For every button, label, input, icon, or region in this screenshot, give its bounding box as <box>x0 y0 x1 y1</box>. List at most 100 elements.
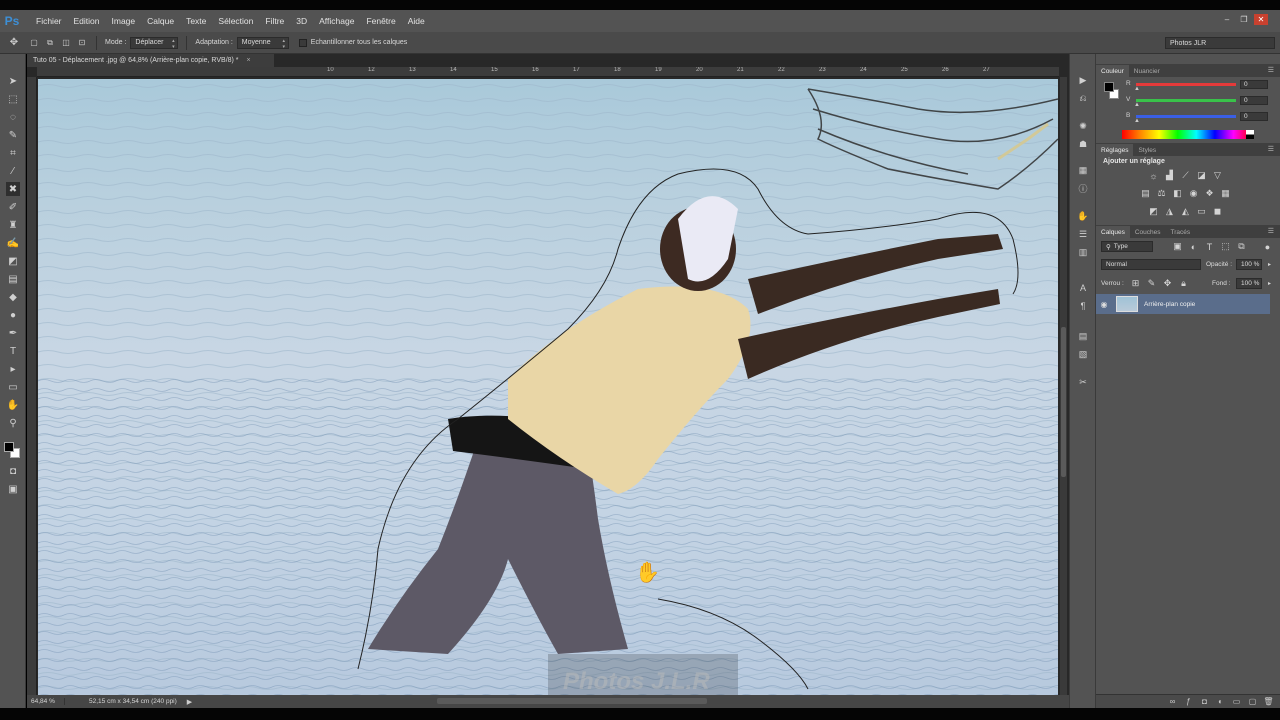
layer-row[interactable]: ◉ Arrière-plan copie <box>1096 294 1270 314</box>
menu-item[interactable]: 3D <box>290 16 313 26</box>
status-menu-arrow-icon[interactable]: ▶ <box>187 698 192 706</box>
posterize-icon[interactable]: ◮ <box>1164 206 1175 217</box>
vertical-scrollbar[interactable] <box>1060 77 1067 695</box>
content-aware-move-tool-icon[interactable]: ✖ <box>6 182 20 196</box>
fill-dropdown-icon[interactable]: ▸ <box>1264 278 1275 289</box>
menu-item[interactable]: Sélection <box>212 16 259 26</box>
dodge-tool-icon[interactable]: ● <box>6 308 20 322</box>
filter-adjustment-icon[interactable]: ◐ <box>1188 241 1199 252</box>
layer-comps-icon[interactable]: ▧ <box>1077 348 1089 360</box>
menu-item[interactable]: Image <box>106 16 142 26</box>
filter-smart-icon[interactable]: ⧉ <box>1236 241 1247 252</box>
color-lookup-icon[interactable]: ▦ <box>1220 188 1231 199</box>
screen-mode-icon[interactable]: ▣ <box>6 482 20 496</box>
clone-stamp-tool-icon[interactable]: ♜ <box>6 218 20 232</box>
adaptation-select[interactable]: Moyenne <box>236 36 289 50</box>
opacity-dropdown-icon[interactable]: ▸ <box>1264 259 1275 270</box>
intersect-selection-icon[interactable]: ⊡ <box>76 37 88 49</box>
tab-layers[interactable]: Calques <box>1096 226 1130 238</box>
info-panel-icon[interactable]: ▦ <box>1077 164 1089 176</box>
tab-styles[interactable]: Styles <box>1133 144 1161 156</box>
marquee-tool-icon[interactable]: ⬚ <box>6 92 20 106</box>
layer-filter-select[interactable]: ⚲ Type <box>1101 241 1153 252</box>
mode-select[interactable]: Déplacer <box>130 36 179 50</box>
lock-transparent-icon[interactable]: ⊞ <box>1130 278 1141 289</box>
layer-style-icon[interactable]: ƒ <box>1184 697 1193 706</box>
zoom-tool-icon[interactable]: ⚲ <box>6 416 20 430</box>
quick-mask-icon[interactable]: ◘ <box>6 464 20 478</box>
eraser-tool-icon[interactable]: ◩ <box>6 254 20 268</box>
subtract-selection-icon[interactable]: ◫ <box>60 37 72 49</box>
new-layer-icon[interactable]: ▢ <box>1248 697 1257 706</box>
exposure-icon[interactable]: ◪ <box>1196 170 1207 181</box>
history-icon[interactable]: ⎌ <box>1077 92 1089 104</box>
slider-r-knob-icon[interactable]: ▲ <box>1134 86 1140 92</box>
quick-selection-tool-icon[interactable]: ✎ <box>6 128 20 142</box>
menu-item[interactable]: Fenêtre <box>360 16 401 26</box>
panel-menu-icon[interactable]: ☰ <box>1268 66 1274 74</box>
filter-toggle-icon[interactable]: ● <box>1262 241 1273 252</box>
play-icon[interactable]: ▶ <box>1077 74 1089 86</box>
eyedropper-tool-icon[interactable]: ⁄ <box>6 164 20 178</box>
brush-presets-icon[interactable]: ✺ <box>1077 120 1089 132</box>
selective-color-icon[interactable]: ◼ <box>1212 206 1223 217</box>
photo-filter-icon[interactable]: ◉ <box>1188 188 1199 199</box>
close-button[interactable]: ✕ <box>1254 14 1268 25</box>
color-slider-r[interactable]: R ▲ 0 <box>1126 80 1276 92</box>
clone-source-icon[interactable]: ☗ <box>1077 138 1089 150</box>
gradient-tool-icon[interactable]: ▤ <box>6 272 20 286</box>
slider-r-value[interactable]: 0 <box>1240 80 1268 89</box>
opacity-input[interactable]: 100 % <box>1236 259 1262 270</box>
color-slider-b[interactable]: B ▲ 0 <box>1126 112 1276 124</box>
menu-item[interactable]: Affichage <box>313 16 360 26</box>
slider-v-knob-icon[interactable]: ▲ <box>1134 102 1140 108</box>
gradient-map-icon[interactable]: ▭ <box>1196 206 1207 217</box>
lock-image-icon[interactable]: ✎ <box>1146 278 1157 289</box>
lock-position-icon[interactable]: ✥ <box>1162 278 1173 289</box>
blur-tool-icon[interactable]: ◆ <box>6 290 20 304</box>
properties-icon[interactable]: ⓘ <box>1077 182 1089 194</box>
zoom-level[interactable]: 64,84 % <box>27 698 65 705</box>
tab-channels[interactable]: Couches <box>1130 226 1166 238</box>
move-tool-preset-icon[interactable]: ✥ <box>8 37 20 49</box>
brush-tool-icon[interactable]: ✐ <box>6 200 20 214</box>
menu-item[interactable]: Edition <box>68 16 106 26</box>
lasso-tool-icon[interactable]: ◌ <box>6 110 20 124</box>
tab-paths[interactable]: Tracés <box>1166 226 1196 238</box>
tab-swatches[interactable]: Nuancier <box>1129 65 1165 77</box>
menu-item[interactable]: Calque <box>141 16 180 26</box>
slider-b-value[interactable]: 0 <box>1240 112 1268 121</box>
menu-item[interactable]: Texte <box>180 16 212 26</box>
panel-menu-icon[interactable]: ☰ <box>1268 227 1274 235</box>
color-foreground-swatch[interactable] <box>1104 82 1114 92</box>
tool-presets-icon[interactable]: ✋ <box>1077 210 1089 222</box>
black-white-icon[interactable]: ◧ <box>1172 188 1183 199</box>
slider-v-track[interactable] <box>1136 99 1236 102</box>
menu-item[interactable]: Aide <box>402 16 431 26</box>
channel-mixer-icon[interactable]: ❖ <box>1204 188 1215 199</box>
tab-adjustments[interactable]: Réglages <box>1096 144 1134 156</box>
close-document-icon[interactable]: × <box>247 57 251 64</box>
pen-tool-icon[interactable]: ✒ <box>6 326 20 340</box>
invert-icon[interactable]: ◩ <box>1148 206 1159 217</box>
tools-cross-icon[interactable]: ✂ <box>1077 376 1089 388</box>
crop-tool-icon[interactable]: ⌗ <box>6 146 20 160</box>
layer-name[interactable]: Arrière-plan copie <box>1144 301 1195 308</box>
minimize-button[interactable]: ‒ <box>1220 14 1234 25</box>
fill-input[interactable]: 100 % <box>1236 278 1262 289</box>
color-slider-v[interactable]: V ▲ 0 <box>1126 96 1276 108</box>
brightness-icon[interactable]: ☼ <box>1148 170 1159 181</box>
shape-tool-icon[interactable]: ▭ <box>6 380 20 394</box>
history-brush-tool-icon[interactable]: ✍ <box>6 236 20 250</box>
adjust-icon[interactable]: ☰ <box>1077 228 1089 240</box>
vibrance-icon[interactable]: ▽ <box>1212 170 1223 181</box>
menu-item[interactable]: Filtre <box>259 16 290 26</box>
character-icon[interactable]: A <box>1077 282 1089 294</box>
color-balance-icon[interactable]: ⚖ <box>1156 188 1167 199</box>
horizontal-scroll-thumb[interactable] <box>437 698 707 704</box>
add-selection-icon[interactable]: ⧉ <box>44 37 56 49</box>
new-adjustment-icon[interactable]: ◐ <box>1216 697 1225 706</box>
filter-shape-icon[interactable]: ⬚ <box>1220 241 1231 252</box>
foreground-color-swatch[interactable] <box>4 442 14 452</box>
notes-icon[interactable]: ▤ <box>1077 330 1089 342</box>
